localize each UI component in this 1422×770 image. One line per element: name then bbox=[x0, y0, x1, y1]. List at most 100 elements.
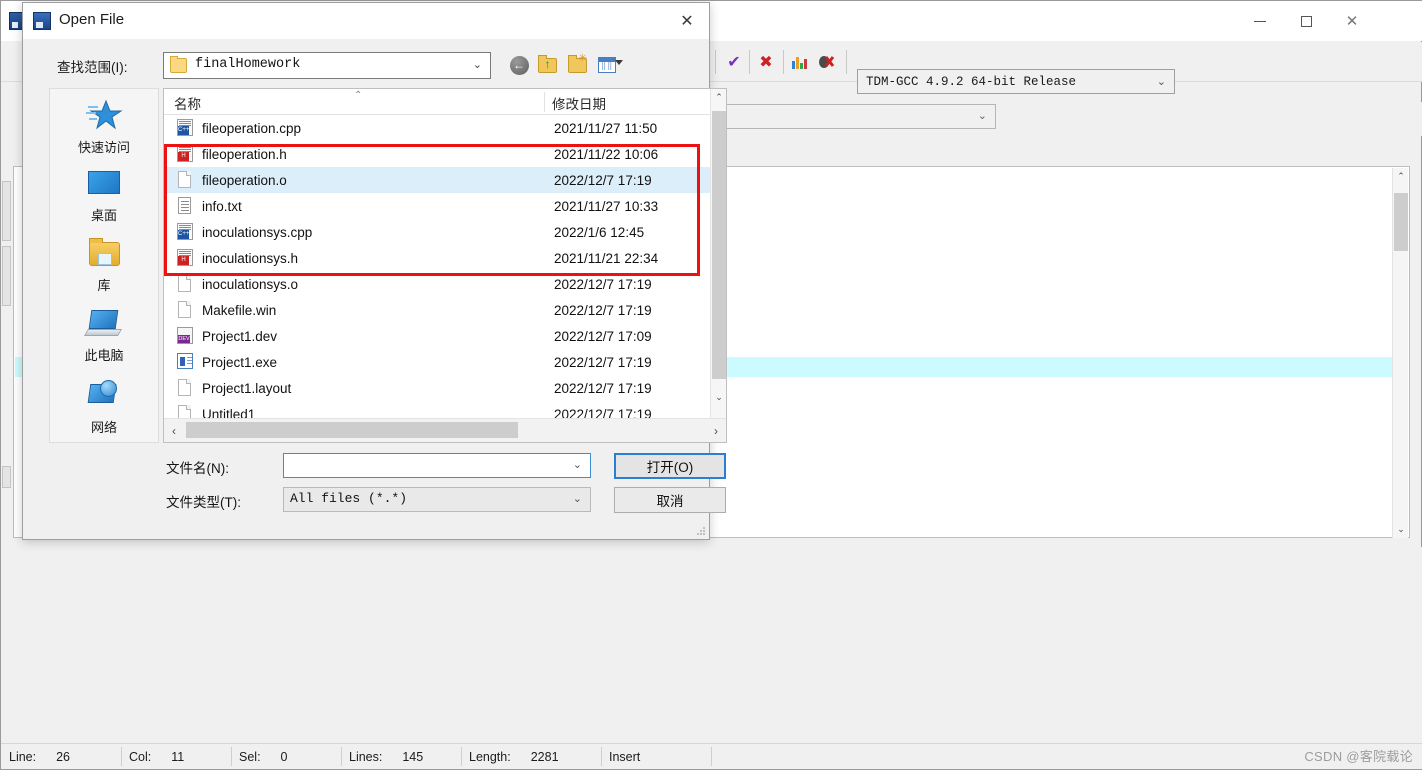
file-list-row[interactable]: C++ inoculationsys.cpp 2022/1/6 12:45 bbox=[164, 219, 710, 245]
column-header-name[interactable]: 名称 bbox=[174, 93, 201, 113]
file-type-label: 文件类型(T): bbox=[166, 495, 241, 510]
cancel-button[interactable]: 取消 bbox=[614, 487, 726, 513]
file-list-row[interactable]: Untitled1 2022/12/7 17:19 bbox=[164, 401, 710, 418]
red-x-icon[interactable]: ✖ bbox=[755, 51, 777, 73]
place-quick-access[interactable]: 快速访问 bbox=[50, 99, 158, 156]
left-panel-tab[interactable] bbox=[2, 181, 11, 241]
place-library[interactable]: 库 bbox=[50, 237, 158, 294]
place-label: 网络 bbox=[90, 420, 117, 435]
file-name-cell: fileoperation.cpp bbox=[202, 120, 302, 136]
scroll-up-icon[interactable]: ⌃ bbox=[1393, 168, 1409, 185]
dialog-title: Open File bbox=[59, 11, 125, 28]
place-label: 此电脑 bbox=[84, 348, 124, 363]
file-list-row[interactable]: Project1.exe 2022/12/7 17:19 bbox=[164, 349, 710, 375]
file-date-cell: 2022/1/6 12:45 bbox=[554, 224, 645, 240]
compiler-set-combobox[interactable]: TDM-GCC 4.9.2 64-bit Release ⌄ bbox=[857, 69, 1175, 94]
scrollbar-thumb[interactable] bbox=[1394, 193, 1408, 251]
file-name-cell: info.txt bbox=[202, 198, 242, 214]
file-list-row[interactable]: C++ fileoperation.cpp 2021/11/27 11:50 bbox=[164, 115, 710, 141]
file-name-cell: inoculationsys.o bbox=[202, 276, 299, 292]
file-name-label: 文件名(N): bbox=[166, 461, 229, 476]
file-name-combobox[interactable]: ⌄ bbox=[283, 453, 591, 478]
column-header-date[interactable]: 修改日期 bbox=[552, 93, 606, 113]
file-date-cell: 2022/12/7 17:19 bbox=[554, 354, 652, 370]
close-icon[interactable]: ✕ bbox=[1329, 1, 1375, 41]
text-file-icon bbox=[176, 197, 194, 215]
chevron-down-icon[interactable]: ⌄ bbox=[573, 458, 582, 471]
place-network[interactable]: 网络 bbox=[50, 379, 158, 436]
places-bar: 快速访问 桌面 库 此电脑 网络 bbox=[49, 88, 159, 443]
file-list-row[interactable]: inoculationsys.o 2022/12/7 17:19 bbox=[164, 271, 710, 297]
screenshot-root: ✕ ✔ ✖ TDM-GCC 4.9.2 64-bit Release ⌄ ⌄ ⌃… bbox=[0, 0, 1422, 770]
devcpp-icon bbox=[33, 12, 51, 30]
file-date-cell: 2022/12/7 17:19 bbox=[554, 406, 652, 419]
place-desktop[interactable]: 桌面 bbox=[50, 167, 158, 224]
look-in-combobox[interactable]: finalHomework ⌄ bbox=[163, 52, 491, 79]
chevron-down-icon: ⌄ bbox=[472, 59, 482, 71]
bar-chart-icon[interactable] bbox=[789, 51, 811, 73]
left-panel-tab[interactable] bbox=[2, 246, 11, 306]
up-folder-icon[interactable]: ↑ bbox=[535, 53, 559, 77]
file-type-combobox[interactable]: All files (*.*) ⌄ bbox=[283, 487, 591, 512]
compiler-set-value: TDM-GCC 4.9.2 64-bit Release bbox=[866, 74, 1077, 89]
place-this-pc[interactable]: 此电脑 bbox=[50, 307, 158, 364]
chevron-down-icon[interactable] bbox=[615, 60, 623, 65]
scrollbar-thumb[interactable] bbox=[186, 422, 518, 438]
maximize-icon[interactable] bbox=[1283, 1, 1329, 41]
this-pc-icon bbox=[83, 307, 124, 341]
bug-stop-icon[interactable] bbox=[815, 51, 837, 73]
file-list-row[interactable]: Makefile.win 2022/12/7 17:19 bbox=[164, 297, 710, 323]
editor-vertical-scrollbar[interactable]: ⌃ ⌄ bbox=[1392, 168, 1408, 538]
h-file-icon: H bbox=[176, 249, 194, 267]
cpp-file-icon: C++ bbox=[176, 223, 194, 241]
scroll-up-icon[interactable]: ⌃ bbox=[711, 89, 727, 106]
secondary-combobox[interactable]: ⌄ bbox=[701, 104, 996, 129]
back-icon[interactable]: ← bbox=[507, 53, 531, 77]
file-date-cell: 2021/11/27 10:33 bbox=[554, 198, 659, 214]
bar-chart-glyph bbox=[792, 57, 807, 69]
file-name-cell: inoculationsys.h bbox=[202, 250, 299, 266]
file-list-row[interactable]: DEV Project1.dev 2022/12/7 17:09 bbox=[164, 323, 710, 349]
file-name-input[interactable] bbox=[288, 457, 572, 476]
open-file-dialog: Open File ✕ 查找范围(I): finalHomework ⌄ ← ↑… bbox=[22, 2, 727, 540]
resize-grip[interactable] bbox=[696, 526, 706, 536]
views-icon[interactable]: ⣿⣿ bbox=[595, 53, 619, 77]
file-date-cell: 2022/12/7 17:19 bbox=[554, 172, 652, 188]
file-list-row[interactable]: Project1.layout 2022/12/7 17:19 bbox=[164, 375, 710, 401]
file-name-cell: Project1.dev bbox=[202, 328, 278, 344]
library-folder-icon bbox=[84, 237, 124, 271]
close-icon[interactable]: ✕ bbox=[665, 3, 709, 39]
network-icon bbox=[84, 379, 124, 413]
open-button[interactable]: 打开(O) bbox=[614, 453, 726, 479]
scroll-left-icon[interactable]: ‹ bbox=[164, 421, 184, 440]
status-line-value: 26 bbox=[56, 749, 71, 764]
left-panel-collapse[interactable] bbox=[2, 466, 11, 488]
new-folder-icon[interactable]: ✳ bbox=[565, 53, 589, 77]
file-list-horizontal-scrollbar[interactable]: ‹ › bbox=[164, 418, 726, 442]
column-divider[interactable] bbox=[544, 92, 545, 112]
dialog-titlebar: Open File ✕ bbox=[23, 3, 709, 39]
file-list-row[interactable]: fileoperation.o 2022/12/7 17:19 bbox=[164, 167, 710, 193]
scroll-down-icon[interactable]: ⌄ bbox=[1393, 521, 1409, 538]
desktop-monitor-icon bbox=[84, 167, 124, 201]
cpp-file-icon: C++ bbox=[176, 119, 194, 137]
scroll-right-icon[interactable]: › bbox=[706, 421, 726, 440]
file-name-cell: Project1.layout bbox=[202, 380, 292, 396]
file-date-cell: 2021/11/21 22:34 bbox=[554, 250, 659, 266]
minimize-icon[interactable] bbox=[1237, 1, 1283, 41]
file-list-header: 名称 ⌃ 修改日期 ⌃ bbox=[164, 89, 726, 115]
blank-file-icon bbox=[176, 405, 194, 418]
star-glyph bbox=[86, 99, 123, 130]
scrollbar-thumb[interactable] bbox=[712, 111, 726, 379]
file-list-row[interactable]: Hinoculationsys.h 2021/11/21 22:34 bbox=[164, 245, 710, 271]
file-list-row[interactable]: info.txt 2021/11/27 10:33 bbox=[164, 193, 710, 219]
status-sel: Sel: 0 bbox=[231, 744, 341, 769]
file-name-cell: fileoperation.o bbox=[202, 172, 287, 188]
file-list[interactable]: 名称 ⌃ 修改日期 ⌃ C++ fileoperation.cpp 2021/11/… bbox=[163, 88, 727, 443]
check-icon[interactable]: ✔ bbox=[723, 51, 745, 73]
file-list-vertical-scrollbar[interactable]: ⌃ ⌄ bbox=[710, 89, 726, 418]
file-list-row[interactable]: Hfileoperation.h 2021/11/22 10:06 bbox=[164, 141, 710, 167]
scroll-down-icon[interactable]: ⌄ bbox=[711, 389, 727, 406]
toolbar-separator bbox=[715, 50, 716, 74]
chevron-down-icon[interactable]: ⌄ bbox=[573, 492, 582, 505]
